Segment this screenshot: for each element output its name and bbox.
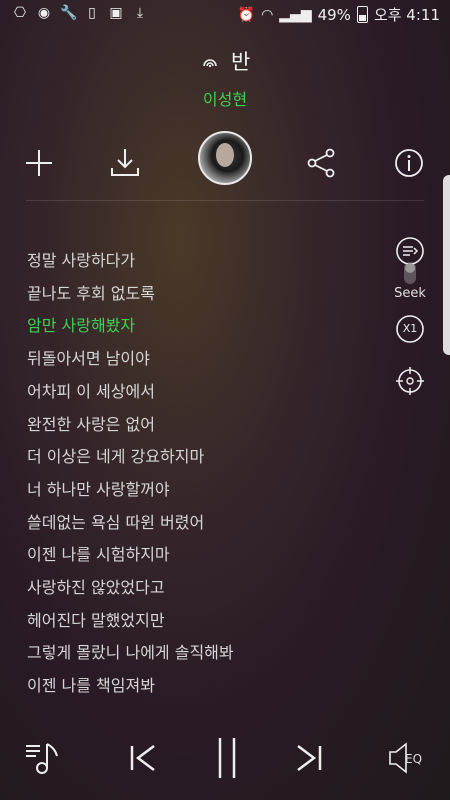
song-title: 반 [231, 50, 251, 74]
edge-panel-handle[interactable] [443, 175, 450, 355]
download-notification-icon: ⤓ [136, 5, 144, 21]
music-note-icon [200, 54, 225, 74]
artist-avatar[interactable] [198, 131, 252, 185]
divider [26, 200, 424, 201]
download-button[interactable] [108, 146, 142, 180]
previous-icon [130, 745, 155, 771]
next-button[interactable] [294, 738, 324, 778]
clock: 오후 4:11 [373, 6, 440, 24]
lyric-line[interactable]: 더 이상은 네게 강요하지마 [27, 441, 387, 474]
next-icon [297, 745, 322, 771]
crosshair-icon [396, 367, 424, 395]
battery-percent: 49% [317, 5, 351, 24]
share-icon [307, 148, 335, 178]
download-icon [111, 149, 139, 176]
image-notification-icon: ▣ [109, 5, 123, 21]
playlist-button[interactable] [24, 738, 64, 778]
lyric-line[interactable]: 이젠 나를 시험하지마 [27, 539, 387, 572]
lyric-line[interactable]: 어차피 이 세상에서 [27, 376, 387, 409]
status-bar: ⎔ ◉ 🔧 ▯ ▣ ⤓ ⏰ ◠ ▂▄▆ 49% 오후 4:11 [0, 0, 450, 30]
lyric-line[interactable]: 그렇게 몰랐니 나에게 솔직해봐 [27, 637, 387, 670]
lyric-line[interactable]: 쓸데없는 욕심 따윈 버렸어 [27, 507, 387, 540]
battery-icon [356, 6, 368, 23]
lyric-line-current[interactable]: 암만 사랑해봤자 [27, 310, 387, 343]
previous-button[interactable] [128, 738, 158, 778]
alarm-icon: ⏰ [237, 6, 256, 23]
lyric-line[interactable]: 정말 사랑하다가 [27, 245, 387, 278]
camera-notification-icon: ◉ [37, 5, 51, 21]
song-title-row: 반 [0, 46, 450, 76]
signal-icon: ▂▄▆ [279, 6, 312, 23]
share-button[interactable] [304, 146, 338, 180]
pause-button[interactable] [212, 738, 242, 778]
artist-name[interactable]: 이성현 [0, 86, 450, 110]
seek-label: Seek [394, 286, 426, 301]
wrench-notification-icon: 🔧 [60, 5, 78, 21]
wifi-icon: ◠ [261, 6, 274, 23]
info-button[interactable] [392, 146, 426, 180]
add-to-playlist-button[interactable] [22, 146, 56, 180]
pause-icon [218, 738, 236, 778]
app-notification-icon: ⎔ [13, 5, 27, 21]
lyric-line[interactable]: 사랑하진 않았었다고 [27, 572, 387, 605]
playlist-note-icon [26, 743, 58, 774]
lyrics-list[interactable]: 정말 사랑하다가 끝나도 후회 없도록 암만 사랑해봤자 뒤돌아서면 남이야 어차피 이… [27, 245, 387, 703]
locate-current-lyric-button[interactable] [393, 366, 427, 400]
file-notification-icon: ▯ [88, 5, 96, 21]
lyric-line[interactable]: 끝나도 후회 없도록 [27, 278, 387, 311]
eq-label: EQ [405, 752, 423, 766]
lyric-line[interactable]: 헤어진다 말했었지만 [27, 605, 387, 638]
lyric-line[interactable]: 너 하나만 사랑할꺼야 [27, 474, 387, 507]
info-icon [395, 149, 423, 177]
lyric-line[interactable]: 완전한 사랑은 없어 [27, 409, 387, 442]
playback-speed-button[interactable]: X1 [393, 314, 427, 348]
speed-label: X1 [402, 322, 418, 335]
plus-icon [26, 150, 52, 176]
seek-toggle[interactable] [393, 262, 427, 284]
lyric-line[interactable]: 이젠 나를 책임져봐 [27, 670, 387, 703]
lyric-line[interactable]: 뒤돌아서면 남이야 [27, 343, 387, 376]
